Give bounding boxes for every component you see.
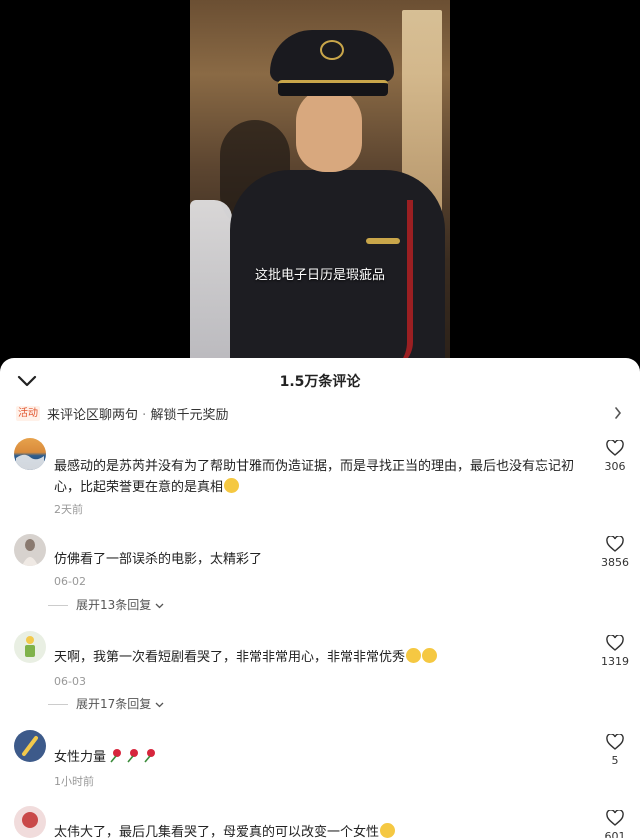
avatar[interactable]: [14, 806, 46, 838]
reply-divider: [48, 605, 68, 606]
promo-separator: ·: [142, 408, 147, 423]
expand-replies-button[interactable]: 展开17条回复: [48, 695, 164, 712]
heart-icon: [606, 734, 624, 750]
like-button[interactable]: 5: [600, 734, 630, 767]
pleading-emoji-icon: [380, 823, 396, 838]
like-button[interactable]: 601: [600, 810, 630, 838]
cap-badge: [320, 40, 344, 60]
red-aiguillette: [385, 200, 413, 370]
comment-count-title: 1.5万条评论: [279, 374, 361, 390]
like-button[interactable]: 1319: [600, 635, 630, 668]
rose-icon: [110, 749, 122, 763]
heart-icon: [606, 440, 624, 456]
like-count: 1319: [601, 655, 629, 668]
video-frame[interactable]: 这批电子日历是瑕疵品: [190, 0, 450, 372]
chevron-down-icon: [155, 702, 164, 708]
avatar[interactable]: [14, 534, 46, 566]
like-count: 5: [611, 754, 619, 767]
avatar-image: [22, 736, 38, 756]
expand-replies-label: 展开13条回复: [76, 598, 152, 612]
wings-badge: [366, 238, 400, 244]
promo-banner[interactable]: 活动 来评论区聊两句 · 解锁千元奖励: [0, 402, 640, 428]
reply-divider: [48, 704, 68, 705]
video-subtitle: 这批电子日历是瑕疵品: [254, 268, 385, 283]
comment-time: 06-02: [54, 575, 86, 588]
teary-emoji-icon: [224, 478, 240, 493]
rose-icon: [127, 749, 139, 763]
promo-tag: 活动: [16, 406, 40, 421]
avatar-image: [22, 539, 38, 566]
foreground-bag: [190, 200, 232, 372]
comment-text: 最感动的是苏芮并没有为了帮助甘雅而伪造证据，而是寻找正当的理由，最后也没有忘记初…: [54, 456, 589, 498]
comment-text: 天啊，我第一次看短剧看哭了，非常非常用心，非常非常优秀: [54, 647, 589, 668]
like-button[interactable]: 3856: [600, 536, 630, 569]
like-count: 3856: [601, 556, 629, 569]
expand-replies-button[interactable]: 展开13条回复: [48, 596, 164, 613]
comment-time: 2天前: [54, 503, 83, 516]
comment-text: 太伟大了，最后几集看哭了，母爱真的可以改变一个女性: [54, 822, 589, 838]
like-count: 306: [604, 460, 626, 473]
face: [296, 88, 362, 172]
chevron-down-icon: [155, 603, 164, 609]
comment-text-body: 天啊，我第一次看短剧看哭了，非常非常用心，非常非常优秀: [54, 650, 406, 665]
crying-emoji-icon: [406, 648, 422, 663]
promo-text: 来评论区聊两句 · 解锁千元奖励: [47, 404, 228, 423]
promo-text-main: 来评论区聊两句: [47, 408, 139, 423]
avatar-image: [16, 454, 44, 470]
rose-icon: [144, 749, 156, 763]
expand-replies-label: 展开17条回复: [76, 697, 152, 711]
comment-text: 女性力量: [54, 747, 589, 768]
heart-icon: [606, 536, 624, 552]
like-count: 601: [604, 830, 626, 838]
comment-time: 06-03: [54, 675, 86, 688]
heart-icon: [606, 810, 624, 826]
avatar[interactable]: [14, 438, 46, 470]
avatar-image: [25, 636, 35, 657]
moved-emoji-icon: [422, 648, 438, 663]
sheet-header: 1.5万条评论: [0, 358, 640, 402]
comment-time: 1小时前: [54, 775, 94, 788]
heart-icon: [606, 635, 624, 651]
avatar-image: [22, 812, 38, 828]
avatar[interactable]: [14, 730, 46, 762]
promo-text-reward: 解锁千元奖励: [150, 408, 229, 423]
comment-text: 仿佛看了一部误杀的电影，太精彩了: [54, 552, 263, 567]
video-player[interactable]: 这批电子日历是瑕疵品: [0, 0, 640, 372]
avatar[interactable]: [14, 631, 46, 663]
cap-band: [278, 80, 388, 96]
comment-sheet: 1.5万条评论 活动 来评论区聊两句 · 解锁千元奖励 最感动的是苏芮并没有为了…: [0, 358, 640, 838]
like-button[interactable]: 306: [600, 440, 630, 473]
comment-text-body: 女性力量: [54, 750, 107, 765]
comment-text-body: 太伟大了，最后几集看哭了，母爱真的可以改变一个女性: [54, 825, 380, 838]
comment-text-body: 最感动的是苏芮并没有为了帮助甘雅而伪造证据，而是寻找正当的理由，最后也没有忘记初…: [54, 459, 575, 495]
chevron-right-icon[interactable]: [614, 407, 622, 419]
